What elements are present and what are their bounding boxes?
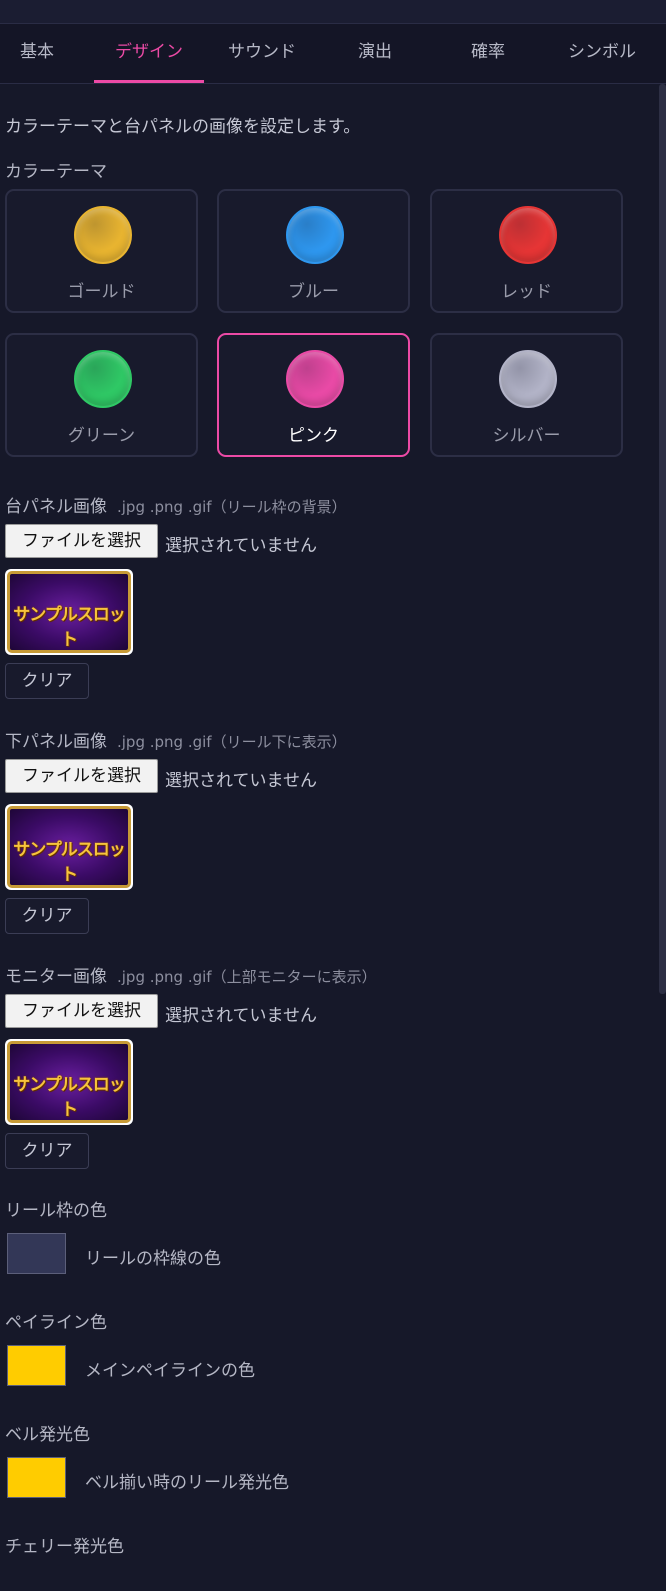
cherry-glow-color-label: チェリー発光色 — [5, 1537, 124, 1557]
reel-frame-color-picker[interactable] — [7, 1233, 66, 1274]
field-label-text: モニター画像 — [5, 967, 107, 987]
theme-card-blue[interactable]: ブルー — [217, 189, 410, 313]
choose-file-button[interactable]: ファイルを選択 — [5, 524, 158, 558]
bell-glow-color-label: ベル発光色 — [5, 1425, 90, 1445]
color-swatch — [286, 350, 344, 408]
page-description: カラーテーマと台パネルの画像を設定します。 — [5, 117, 361, 137]
theme-card-red[interactable]: レッド — [430, 189, 623, 313]
bell-glow-color-picker[interactable] — [7, 1457, 66, 1498]
monitor-image-label: モニター画像 .jpg .png .gif（上部モニターに表示） — [5, 962, 377, 987]
preview-logo-text: サンプルスロット — [13, 840, 126, 885]
panel-image-label: 台パネル画像 .jpg .png .gif（リール枠の背景） — [5, 492, 347, 517]
theme-card-silver[interactable]: シルバー — [430, 333, 623, 457]
theme-name: ゴールド — [67, 282, 136, 302]
payline-color-label: ペイライン色 — [5, 1313, 107, 1333]
color-description: リールの枠線の色 — [85, 1249, 221, 1269]
image-preview: サンプルスロット — [5, 1039, 133, 1125]
image-preview: サンプルスロット — [5, 804, 133, 890]
theme-name: レッド — [501, 282, 552, 302]
clear-button[interactable]: クリア — [5, 663, 89, 699]
preview-logo-text: サンプルスロット — [13, 1075, 126, 1120]
color-description: メインペイラインの色 — [85, 1361, 255, 1381]
theme-card-pink[interactable]: ピンク — [217, 333, 410, 457]
reel-frame-color-label: リール枠の色 — [5, 1201, 107, 1221]
color-description: ベル揃い時のリール発光色 — [85, 1473, 289, 1493]
image-preview: サンプルスロット — [5, 569, 133, 655]
clear-button[interactable]: クリア — [5, 1133, 89, 1169]
theme-name: シルバー — [492, 426, 561, 446]
field-label-text: 台パネル画像 — [5, 497, 107, 517]
color-swatch — [286, 206, 344, 264]
tab-effects[interactable]: 演出 — [320, 24, 430, 83]
field-hint: .jpg .png .gif（上部モニターに表示） — [117, 968, 377, 986]
payline-color-picker[interactable] — [7, 1345, 66, 1386]
tab-sound[interactable]: サウンド — [207, 24, 317, 83]
tab-symbols[interactable]: シンボル — [547, 24, 657, 83]
choose-file-button[interactable]: ファイルを選択 — [5, 994, 158, 1028]
file-status: 選択されていません — [165, 1006, 317, 1026]
color-swatch — [499, 350, 557, 408]
preview-logo-text: サンプルスロット — [13, 605, 126, 650]
theme-name: グリーン — [67, 426, 136, 446]
tab-bar: 基本 デザイン サウンド 演出 確率 シンボル — [0, 24, 666, 84]
color-swatch — [499, 206, 557, 264]
clear-button[interactable]: クリア — [5, 898, 89, 934]
tab-design[interactable]: デザイン — [94, 24, 204, 83]
field-hint: .jpg .png .gif（リール枠の背景） — [117, 498, 347, 516]
theme-name: ブルー — [288, 282, 339, 302]
top-bar — [0, 0, 666, 24]
tab-basic[interactable]: 基本 — [0, 24, 92, 83]
field-label-text: 下パネル画像 — [5, 732, 107, 752]
theme-card-gold[interactable]: ゴールド — [5, 189, 198, 313]
field-hint: .jpg .png .gif（リール下に表示） — [117, 733, 347, 751]
theme-name: ピンク — [288, 426, 339, 446]
tab-probability[interactable]: 確率 — [433, 24, 543, 83]
color-theme-label: カラーテーマ — [5, 162, 107, 182]
lower-panel-image-label: 下パネル画像 .jpg .png .gif（リール下に表示） — [5, 727, 347, 752]
scrollbar[interactable] — [659, 84, 666, 994]
file-status: 選択されていません — [165, 771, 317, 791]
choose-file-button[interactable]: ファイルを選択 — [5, 759, 158, 793]
color-swatch — [74, 206, 132, 264]
file-status: 選択されていません — [165, 536, 317, 556]
theme-card-green[interactable]: グリーン — [5, 333, 198, 457]
color-swatch — [74, 350, 132, 408]
